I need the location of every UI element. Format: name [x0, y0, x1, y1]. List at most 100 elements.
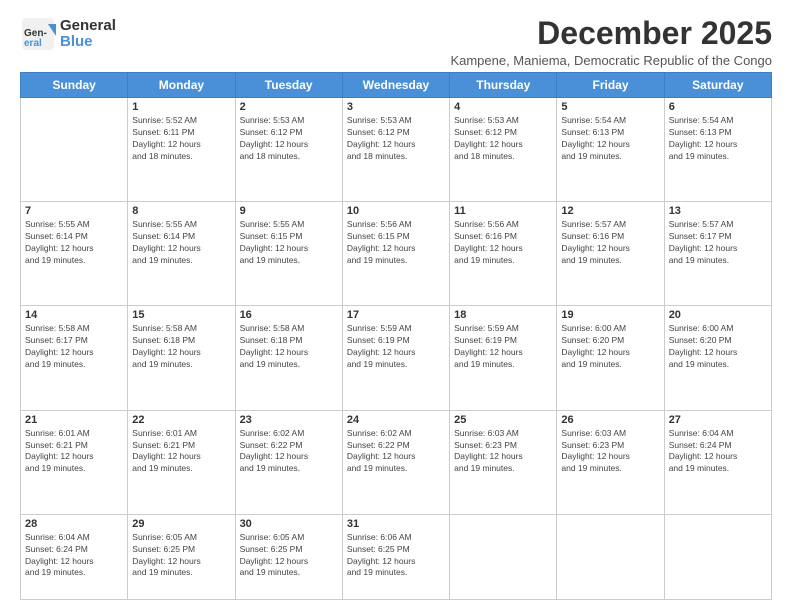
- day-info: Sunrise: 5:57 AM Sunset: 6:17 PM Dayligh…: [669, 219, 767, 267]
- day-info: Sunrise: 6:02 AM Sunset: 6:22 PM Dayligh…: [347, 428, 445, 476]
- page: Gen- eral General Blue December 2025 Kam…: [0, 0, 792, 612]
- day-info: Sunrise: 6:03 AM Sunset: 6:23 PM Dayligh…: [454, 428, 552, 476]
- week-row-5: 28Sunrise: 6:04 AM Sunset: 6:24 PM Dayli…: [21, 514, 772, 599]
- calendar-cell: 9 Sunrise: 5:55 AM Sunset: 6:15 PM Daylig…: [235, 202, 342, 306]
- svg-text:eral: eral: [24, 38, 42, 49]
- day-number: 23: [240, 414, 338, 426]
- day-info: Sunrise: 6:01 AM Sunset: 6:21 PM Dayligh…: [25, 428, 123, 476]
- weekday-header-tuesday: Tuesday: [235, 73, 342, 98]
- calendar-cell: 22 Sunrise: 6:01 AM Sunset: 6:21 PM Dayli…: [128, 410, 235, 514]
- day-info: Sunrise: 6:04 AM Sunset: 6:24 PM Dayligh…: [669, 428, 767, 476]
- day-info: Sunrise: 6:02 AM Sunset: 6:22 PM Dayligh…: [240, 428, 338, 476]
- day-info: Sunrise: 5:54 AM Sunset: 6:13 PM Dayligh…: [669, 115, 767, 163]
- day-info: Sunrise: 6:04 AM Sunset: 6:24 PM Dayligh…: [25, 532, 123, 580]
- day-number: 17: [347, 309, 445, 321]
- weekday-header-monday: Monday: [128, 73, 235, 98]
- day-info: Sunrise: 5:53 AM Sunset: 6:12 PM Dayligh…: [454, 115, 552, 163]
- weekday-header-friday: Friday: [557, 73, 664, 98]
- day-number: 18: [454, 309, 552, 321]
- calendar-cell: 1Sunrise: 5:52 AM Sunset: 6:11 PM Daylig…: [128, 98, 235, 202]
- calendar-cell: 21 Sunrise: 6:01 AM Sunset: 6:21 PM Dayli…: [21, 410, 128, 514]
- week-row-1: 1Sunrise: 5:52 AM Sunset: 6:11 PM Daylig…: [21, 98, 772, 202]
- day-number: 8: [132, 205, 230, 217]
- logo: Gen- eral General Blue: [20, 16, 116, 52]
- day-info: Sunrise: 5:58 AM Sunset: 6:17 PM Dayligh…: [25, 323, 123, 371]
- day-number: 20: [669, 309, 767, 321]
- day-number: 12: [561, 205, 659, 217]
- day-info: Sunrise: 5:55 AM Sunset: 6:15 PM Dayligh…: [240, 219, 338, 267]
- day-number: 7: [25, 205, 123, 217]
- day-info: Sunrise: 5:55 AM Sunset: 6:14 PM Dayligh…: [25, 219, 123, 267]
- calendar-cell: 13 Sunrise: 5:57 AM Sunset: 6:17 PM Dayli…: [664, 202, 771, 306]
- calendar-cell: 18Sunrise: 5:59 AM Sunset: 6:19 PM Dayli…: [450, 306, 557, 410]
- logo-blue: Blue: [60, 34, 116, 51]
- calendar-cell: 31 Sunrise: 6:06 AM Sunset: 6:25 PM Dayli…: [342, 514, 449, 599]
- calendar-cell: 15Sunrise: 5:58 AM Sunset: 6:18 PM Dayli…: [128, 306, 235, 410]
- day-info: Sunrise: 5:53 AM Sunset: 6:12 PM Dayligh…: [240, 115, 338, 163]
- calendar-cell: 30 Sunrise: 6:05 AM Sunset: 6:25 PM Dayli…: [235, 514, 342, 599]
- day-info: Sunrise: 5:56 AM Sunset: 6:15 PM Dayligh…: [347, 219, 445, 267]
- calendar-cell: 3Sunrise: 5:53 AM Sunset: 6:12 PM Daylig…: [342, 98, 449, 202]
- day-number: 13: [669, 205, 767, 217]
- day-number: 14: [25, 309, 123, 321]
- day-info: Sunrise: 6:03 AM Sunset: 6:23 PM Dayligh…: [561, 428, 659, 476]
- calendar-cell: 19 Sunrise: 6:00 AM Sunset: 6:20 PM Dayli…: [557, 306, 664, 410]
- calendar-table: SundayMondayTuesdayWednesdayThursdayFrid…: [20, 72, 772, 600]
- day-number: 5: [561, 101, 659, 113]
- calendar-cell: 6 Sunrise: 5:54 AM Sunset: 6:13 PM Daylig…: [664, 98, 771, 202]
- calendar-cell: 11 Sunrise: 5:56 AM Sunset: 6:16 PM Dayli…: [450, 202, 557, 306]
- calendar-cell: 7 Sunrise: 5:55 AM Sunset: 6:14 PM Daylig…: [21, 202, 128, 306]
- day-info: Sunrise: 5:56 AM Sunset: 6:16 PM Dayligh…: [454, 219, 552, 267]
- day-number: 30: [240, 518, 338, 530]
- day-info: Sunrise: 5:54 AM Sunset: 6:13 PM Dayligh…: [561, 115, 659, 163]
- weekday-header-row: SundayMondayTuesdayWednesdayThursdayFrid…: [21, 73, 772, 98]
- week-row-3: 14 Sunrise: 5:58 AM Sunset: 6:17 PM Dayli…: [21, 306, 772, 410]
- calendar-cell: 10 Sunrise: 5:56 AM Sunset: 6:15 PM Dayli…: [342, 202, 449, 306]
- day-number: 4: [454, 101, 552, 113]
- day-number: 10: [347, 205, 445, 217]
- calendar-cell: 14 Sunrise: 5:58 AM Sunset: 6:17 PM Dayli…: [21, 306, 128, 410]
- day-info: Sunrise: 6:00 AM Sunset: 6:20 PM Dayligh…: [561, 323, 659, 371]
- day-number: 16: [240, 309, 338, 321]
- calendar-cell: [557, 514, 664, 599]
- month-title: December 2025: [450, 16, 772, 51]
- day-number: 11: [454, 205, 552, 217]
- calendar-cell: 23 Sunrise: 6:02 AM Sunset: 6:22 PM Dayli…: [235, 410, 342, 514]
- calendar-cell: 5 Sunrise: 5:54 AM Sunset: 6:13 PM Daylig…: [557, 98, 664, 202]
- logo-general: General: [60, 18, 116, 35]
- calendar-cell: 8 Sunrise: 5:55 AM Sunset: 6:14 PM Daylig…: [128, 202, 235, 306]
- weekday-header-thursday: Thursday: [450, 73, 557, 98]
- calendar-cell: 2Sunrise: 5:53 AM Sunset: 6:12 PM Daylig…: [235, 98, 342, 202]
- day-number: 6: [669, 101, 767, 113]
- title-block: December 2025 Kampene, Maniema, Democrat…: [450, 16, 772, 68]
- day-info: Sunrise: 6:01 AM Sunset: 6:21 PM Dayligh…: [132, 428, 230, 476]
- day-info: Sunrise: 5:58 AM Sunset: 6:18 PM Dayligh…: [132, 323, 230, 371]
- subtitle: Kampene, Maniema, Democratic Republic of…: [450, 53, 772, 68]
- day-number: 21: [25, 414, 123, 426]
- calendar-cell: [21, 98, 128, 202]
- day-info: Sunrise: 5:57 AM Sunset: 6:16 PM Dayligh…: [561, 219, 659, 267]
- calendar-cell: 24Sunrise: 6:02 AM Sunset: 6:22 PM Dayli…: [342, 410, 449, 514]
- day-number: 27: [669, 414, 767, 426]
- day-number: 31: [347, 518, 445, 530]
- day-number: 19: [561, 309, 659, 321]
- day-info: Sunrise: 5:59 AM Sunset: 6:19 PM Dayligh…: [347, 323, 445, 371]
- day-number: 9: [240, 205, 338, 217]
- day-number: 22: [132, 414, 230, 426]
- calendar-cell: 4 Sunrise: 5:53 AM Sunset: 6:12 PM Daylig…: [450, 98, 557, 202]
- logo-icon: Gen- eral: [20, 16, 56, 52]
- day-info: Sunrise: 6:05 AM Sunset: 6:25 PM Dayligh…: [240, 532, 338, 580]
- day-info: Sunrise: 5:58 AM Sunset: 6:18 PM Dayligh…: [240, 323, 338, 371]
- day-info: Sunrise: 6:05 AM Sunset: 6:25 PM Dayligh…: [132, 532, 230, 580]
- calendar-cell: [664, 514, 771, 599]
- day-number: 25: [454, 414, 552, 426]
- day-number: 3: [347, 101, 445, 113]
- day-info: Sunrise: 6:06 AM Sunset: 6:25 PM Dayligh…: [347, 532, 445, 580]
- day-info: Sunrise: 5:55 AM Sunset: 6:14 PM Dayligh…: [132, 219, 230, 267]
- calendar-cell: 27 Sunrise: 6:04 AM Sunset: 6:24 PM Dayli…: [664, 410, 771, 514]
- weekday-header-sunday: Sunday: [21, 73, 128, 98]
- header: Gen- eral General Blue December 2025 Kam…: [20, 16, 772, 68]
- weekday-header-saturday: Saturday: [664, 73, 771, 98]
- calendar-cell: 29Sunrise: 6:05 AM Sunset: 6:25 PM Dayli…: [128, 514, 235, 599]
- weekday-header-wednesday: Wednesday: [342, 73, 449, 98]
